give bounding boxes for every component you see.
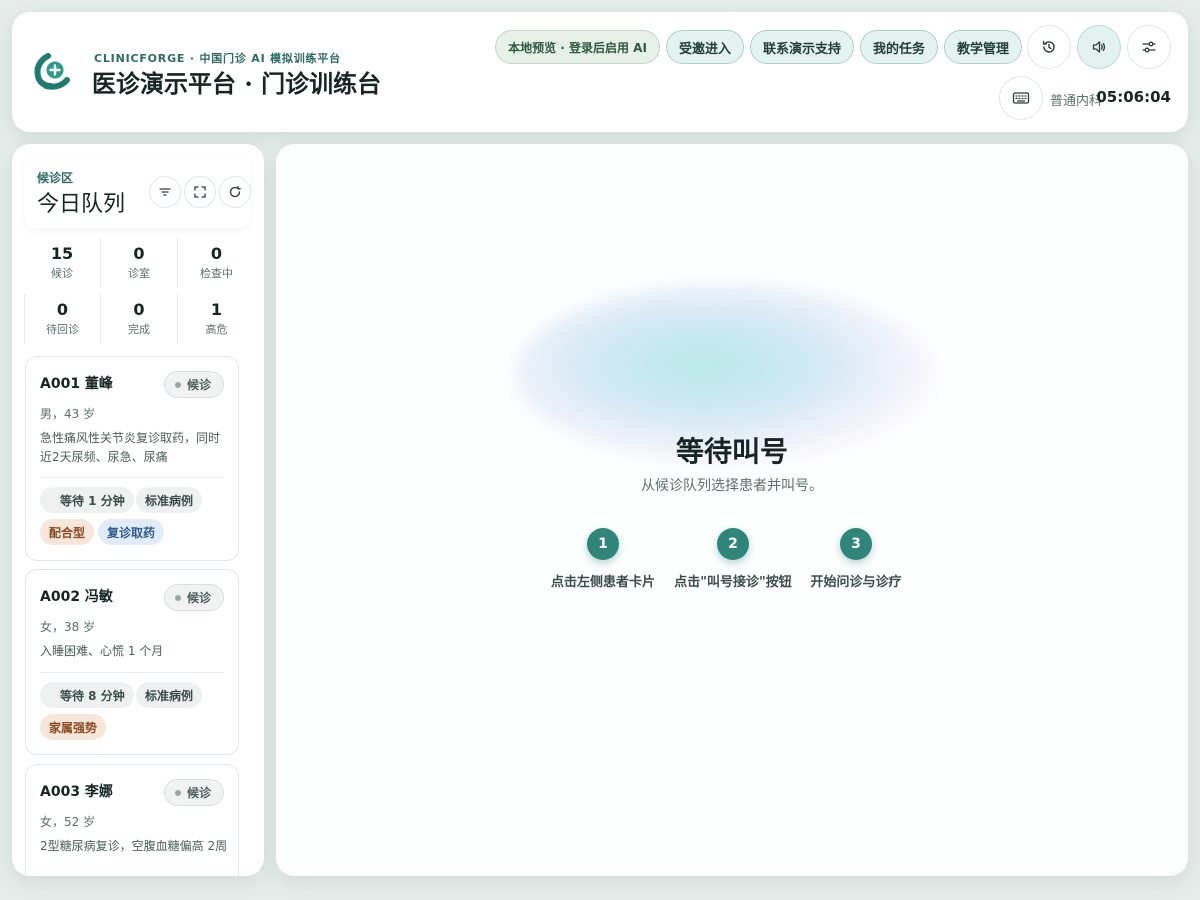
case-type-tag: 标准病例 (136, 487, 203, 513)
stat-label: 候诊 (51, 267, 73, 280)
status-label: 候诊 (186, 591, 211, 605)
refresh-icon (229, 185, 241, 198)
settings-button[interactable] (1127, 25, 1171, 69)
keyboard-icon (1012, 92, 1030, 104)
waiting-area-label: 候诊区 (37, 171, 74, 185)
stat-value: 0 (133, 244, 145, 263)
card-divider (40, 672, 224, 673)
step-number: 1 (587, 528, 619, 560)
expand-icon (194, 186, 206, 198)
patient-card[interactable]: A003 李娜 候诊 女，52 岁 2型糖尿病复诊，空腹血糖偏高 2周 (25, 764, 239, 876)
status-badge: 候诊 (163, 584, 224, 611)
wait-time-tag: 等待 8 分钟 (40, 682, 134, 708)
clinicforge-logo (34, 52, 70, 90)
status-dot-icon (174, 594, 181, 601)
my-tasks-button[interactable]: 我的任务 (859, 30, 938, 64)
stat-label: 完成 (128, 323, 150, 336)
department-label: 普通内科 (1049, 94, 1102, 109)
status-dot-icon (174, 381, 181, 388)
visit-type-tag: 复诊取药 (98, 519, 165, 545)
patient-name: A003 李娜 (40, 784, 113, 800)
stat-label: 待回诊 (46, 323, 79, 336)
filter-icon (159, 188, 171, 196)
filter-button[interactable] (149, 176, 181, 208)
patient-name: A002 冯敏 (40, 589, 113, 605)
chief-complaint: 2型糖尿病复诊，空腹血糖偏高 2周 (40, 839, 228, 853)
status-label: 候诊 (186, 378, 211, 392)
stat-return-visit: 0 待回诊 (24, 294, 101, 344)
stat-value: 1 (210, 300, 223, 319)
patient-name: A001 董峰 (40, 376, 113, 392)
contact-support-button[interactable]: 联系演示支持 (749, 30, 854, 64)
invited-entry-button[interactable]: 受邀进入 (665, 30, 744, 64)
wait-time-tag: 等待 1 分钟 (40, 487, 134, 513)
step-number: 2 (717, 528, 749, 560)
empty-state-subtitle: 从候诊队列选择患者并叫号。 (641, 478, 823, 494)
patient-card[interactable]: A002 冯敏 候诊 女，38 岁 入睡困难、心慌 1 个月 等待 8 分钟 标… (25, 569, 239, 755)
stat-label: 检查中 (200, 267, 233, 280)
stat-in-room: 0 诊室 (101, 238, 178, 288)
sliders-icon (1142, 41, 1156, 53)
chief-complaint: 入睡困难、心慌 1 个月 (40, 644, 164, 658)
patient-demographics: 男，43 岁 (40, 407, 96, 421)
history-button[interactable] (1027, 25, 1071, 69)
step-1: 1 点击左侧患者卡片 (533, 528, 673, 590)
stat-label: 诊室 (128, 267, 150, 280)
history-icon (1042, 40, 1055, 53)
stat-examining: 0 检查中 (178, 238, 255, 288)
stat-high-risk: 1 高危 (178, 294, 255, 344)
keyboard-shortcuts-button[interactable] (999, 76, 1043, 120)
consultation-panel: 等待叫号 从候诊队列选择患者并叫号。 1 点击左侧患者卡片 2 点击"叫号接诊"… (276, 144, 1188, 876)
top-header: CLINICFORGE · 中国门诊 AI 模拟训练平台 医诊演示平台 · 门诊… (12, 12, 1188, 132)
patient-card[interactable]: A001 董峰 候诊 男，43 岁 急性痛风性关节炎复诊取药，同时近2天尿频、尿… (25, 356, 239, 561)
clock: 05:06:04 (1096, 88, 1171, 106)
patient-demographics: 女，38 岁 (40, 620, 96, 634)
stat-value: 0 (56, 300, 69, 319)
patient-demographics: 女，52 岁 (40, 815, 96, 829)
refresh-button[interactable] (219, 176, 251, 208)
queue-sidebar: 候诊区 今日队列 15 候诊 0 诊室 0 检查中 0 待回诊 0 完成 1 高… (12, 144, 264, 876)
step-label: 点击"叫号接诊"按钮 (674, 575, 792, 590)
stat-value: 0 (210, 244, 223, 263)
status-dot-icon (174, 789, 181, 796)
local-preview-badge[interactable]: 本地预览 · 登录后启用 AI (495, 30, 660, 64)
sound-toggle-button[interactable] (1077, 25, 1121, 69)
personality-tag: 配合型 (40, 519, 95, 545)
step-3: 3 开始问诊与诊疗 (786, 528, 926, 590)
step-label: 开始问诊与诊疗 (810, 575, 902, 590)
header-nav: 本地预览 · 登录后启用 AI 受邀进入 联系演示支持 我的任务 教学管理 (495, 30, 1022, 64)
stat-value: 0 (133, 300, 145, 319)
empty-state-title: 等待叫号 (675, 435, 788, 468)
step-number: 3 (840, 528, 872, 560)
teaching-admin-button[interactable]: 教学管理 (943, 30, 1022, 64)
queue-header: 候诊区 今日队列 (24, 156, 251, 228)
stat-completed: 0 完成 (101, 294, 178, 344)
personality-tag: 家属强势 (40, 714, 107, 740)
expand-button[interactable] (184, 176, 216, 208)
status-label: 候诊 (186, 786, 211, 800)
chief-complaint: 急性痛风性关节炎复诊取药，同时近2天尿频、尿急、尿痛 (40, 431, 221, 464)
step-label: 点击左侧患者卡片 (550, 575, 655, 590)
stat-label: 高危 (205, 323, 228, 336)
case-type-tag: 标准病例 (136, 682, 203, 708)
status-badge: 候诊 (163, 371, 224, 398)
step-2: 2 点击"叫号接诊"按钮 (663, 528, 803, 590)
stat-waiting: 15 候诊 (24, 238, 101, 288)
status-badge: 候诊 (163, 779, 224, 806)
page-title: 医诊演示平台 · 门诊训练台 (92, 69, 382, 98)
queue-title: 今日队列 (37, 192, 126, 217)
speaker-icon (1092, 41, 1106, 53)
stat-value: 15 (50, 244, 74, 263)
card-divider (40, 477, 224, 478)
